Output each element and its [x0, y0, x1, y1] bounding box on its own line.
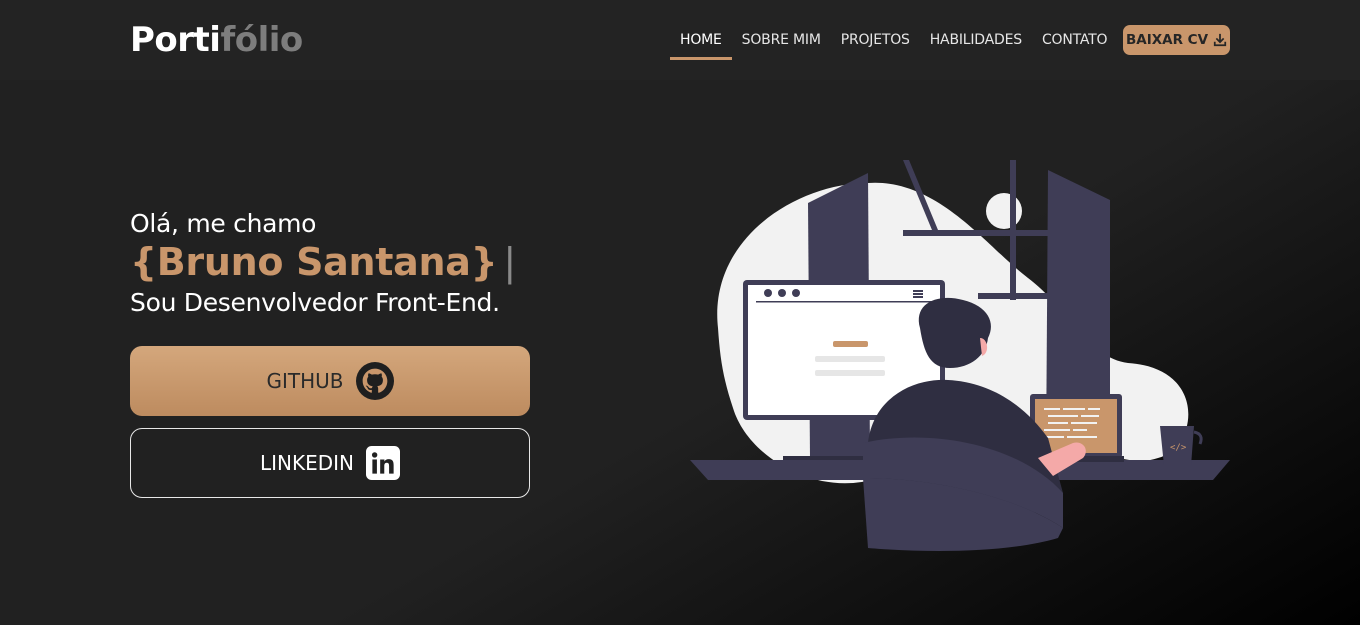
- logo-part2: fólio: [220, 20, 303, 60]
- nav-item-contato[interactable]: CONTATO: [1032, 0, 1117, 60]
- nav-item-sobre-mim[interactable]: SOBRE MIM: [732, 0, 831, 60]
- role-text: Sou Desenvolvedor Front-End.: [130, 288, 500, 317]
- logo[interactable]: Portifólio: [130, 20, 303, 60]
- window-frame-horizontal-2: [978, 293, 1058, 299]
- window-frame-horizontal-1: [903, 230, 1053, 236]
- developer-name: {Bruno Santana} |: [130, 240, 516, 284]
- nav-item-home[interactable]: HOME: [670, 0, 732, 60]
- download-cv-label: BAIXAR CV: [1125, 32, 1209, 48]
- monitor-stand: [823, 420, 863, 450]
- header: Portifólio HOME SOBRE MIM PROJETOS HABIL…: [0, 0, 1360, 80]
- typing-cursor: |: [503, 240, 516, 284]
- logo-part1: Porti: [130, 20, 221, 60]
- download-cv-button[interactable]: BAIXAR CV: [1123, 25, 1230, 55]
- svg-text:</>: </>: [1170, 443, 1187, 453]
- github-label: GITHUB: [266, 369, 344, 393]
- main-nav: HOME SOBRE MIM PROJETOS HABILIDADES CONT…: [670, 0, 1117, 80]
- linkedin-button[interactable]: LINKEDIN: [130, 428, 530, 498]
- nav-item-habilidades[interactable]: HABILIDADES: [920, 0, 1032, 60]
- github-button[interactable]: GITHUB: [130, 346, 530, 416]
- linkedin-icon: [366, 446, 400, 480]
- download-icon: [1213, 33, 1227, 47]
- developer-name-text: {Bruno Santana}: [130, 240, 498, 284]
- developer-illustration: </>: [690, 160, 1230, 551]
- github-icon: [355, 362, 394, 400]
- linkedin-label: LINKEDIN: [259, 451, 354, 475]
- greeting-text: Olá, me chamo: [130, 209, 317, 238]
- nav-item-projetos[interactable]: PROJETOS: [831, 0, 920, 60]
- window-moon: [986, 193, 1022, 229]
